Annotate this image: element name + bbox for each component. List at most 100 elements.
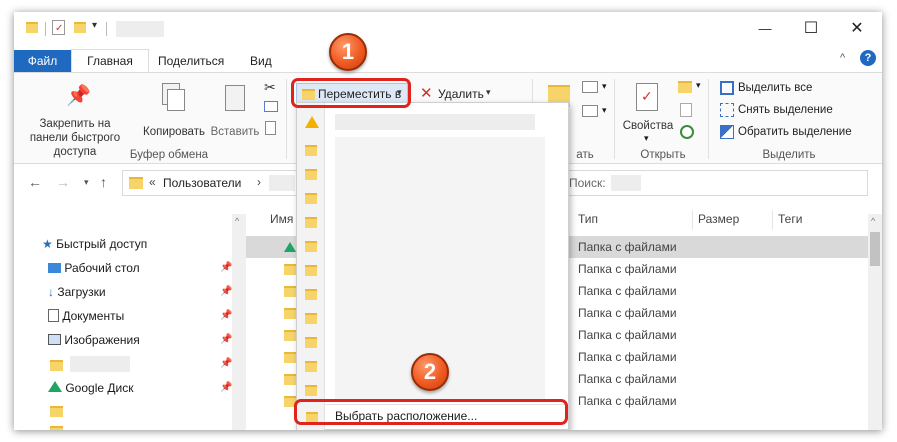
image-icon (48, 334, 61, 345)
folder-icon (305, 241, 317, 252)
properties-check-icon[interactable]: ✓ (52, 20, 65, 35)
pin-icon: 📌 (220, 262, 233, 273)
maximize-button[interactable]: ☐ (788, 12, 834, 44)
select-all-button[interactable]: Выделить все (718, 79, 858, 97)
tab-home[interactable]: Главная (71, 49, 149, 73)
search-box[interactable]: Поиск: (562, 170, 868, 196)
group-separator (708, 79, 709, 159)
edit-icon[interactable] (680, 103, 692, 117)
column-divider (772, 210, 773, 230)
nav-item-desktop[interactable]: Рабочий стол (48, 258, 208, 278)
folder-icon (305, 169, 317, 180)
easy-access-icon[interactable] (582, 105, 598, 117)
nav-item-label: Документы (62, 309, 125, 323)
invert-selection-button[interactable]: Обратить выделение (718, 123, 868, 141)
minimize-button[interactable]: — (742, 12, 788, 44)
column-tags[interactable]: Теги (778, 212, 802, 226)
copy-button[interactable]: Копировать (140, 79, 208, 145)
deselect-button[interactable]: Снять выделение (718, 101, 858, 119)
scroll-thumb[interactable] (870, 232, 880, 266)
type-cell: Папка с файлами (578, 306, 677, 320)
history-icon[interactable] (680, 125, 694, 139)
deselect-label: Снять выделение (738, 104, 833, 116)
properties-label: Свойства (622, 120, 674, 132)
select-all-icon (720, 81, 734, 95)
copy-path-icon[interactable] (264, 101, 278, 112)
type-cell: Папка с файлами (578, 372, 677, 386)
new-item-icon[interactable] (582, 81, 598, 93)
group-separator (614, 79, 615, 159)
nav-item-google-drive[interactable]: Google Диск (48, 378, 208, 398)
type-cell: Папка с файлами (578, 240, 677, 254)
dropdown-item[interactable] (327, 111, 557, 133)
drive-icon (48, 381, 62, 392)
nav-item-label: Быстрый доступ (56, 237, 148, 251)
recent-dropdown-icon[interactable]: ▾ (84, 177, 89, 188)
folder-icon (305, 145, 317, 156)
type-cell: Папка с файлами (578, 394, 677, 408)
screenshot-stage: ✓ ▾ — ☐ ✕ Файл Главная Поделиться Вид ^ … (0, 0, 897, 442)
cut-icon[interactable]: ✂ (264, 79, 276, 96)
up-icon[interactable]: ↑ (100, 174, 107, 190)
close-button[interactable]: ✕ (834, 12, 880, 44)
separator (45, 22, 46, 36)
copy-label: Копировать (143, 126, 205, 138)
column-type[interactable]: Тип (578, 212, 598, 226)
annotation-badge-1: 1 (329, 33, 367, 71)
breadcrumb-separator[interactable]: › (257, 175, 261, 189)
group-separator (286, 79, 287, 159)
properties-button[interactable]: ✓ Свойства ▾ (620, 81, 676, 147)
folder-icon (305, 337, 317, 348)
column-size[interactable]: Размер (698, 212, 739, 226)
nav-item-downloads[interactable]: ↓ Загрузки (48, 282, 208, 302)
highlight-move-to (291, 78, 411, 108)
paste-shortcut-icon[interactable] (265, 121, 276, 135)
pin-icon: 📌 (220, 358, 233, 369)
nav-item-pictures[interactable]: Изображения (48, 330, 208, 350)
folder-icon (305, 289, 317, 300)
pin-quick-access-button[interactable]: 📌 Закрепить на панели быстрого доступа (20, 79, 130, 158)
paste-button[interactable]: Вставить (210, 79, 260, 145)
breadcrumb-overflow[interactable]: « (149, 175, 156, 189)
ribbon-collapse-icon[interactable]: ^ (840, 52, 845, 64)
nav-scrollbar[interactable]: ^ (232, 214, 246, 430)
chevron-down-icon: ▾ (602, 81, 607, 91)
breadcrumb-users[interactable]: Пользователи (163, 176, 241, 190)
column-name[interactable]: Имя (270, 212, 293, 226)
nav-item-blurred (70, 356, 130, 372)
chevron-down-icon: ▾ (696, 80, 701, 90)
deselect-icon (720, 103, 734, 117)
scroll-up-icon[interactable]: ^ (871, 216, 875, 226)
back-icon[interactable]: ← (28, 174, 42, 190)
open-icon[interactable] (678, 81, 692, 93)
folder-icon (305, 193, 317, 204)
scroll-up-icon[interactable]: ^ (235, 216, 239, 226)
breadcrumb-blurred (269, 175, 295, 191)
new-folder-icon[interactable] (74, 22, 86, 33)
list-scrollbar[interactable]: ^ (868, 214, 882, 430)
chevron-down-icon: ▾ (486, 87, 491, 97)
pin-icon: 📌 (220, 310, 233, 321)
folder-icon (305, 361, 317, 372)
nav-item-documents[interactable]: Документы (48, 306, 208, 326)
tab-view[interactable]: Вид (240, 50, 282, 72)
nav-item-label: Изображения (64, 333, 140, 347)
window-title-blurred (116, 21, 164, 37)
select-all-label: Выделить все (738, 82, 813, 94)
delete-label: Удалить (438, 87, 484, 101)
folder-icon (50, 406, 63, 417)
help-icon[interactable]: ? (860, 50, 876, 66)
forward-icon[interactable]: → (56, 174, 70, 190)
tab-file[interactable]: Файл (14, 50, 71, 72)
nav-item-quick-access[interactable]: ★ Быстрый доступ (42, 234, 222, 254)
pin-icon: 📌 (220, 334, 233, 345)
search-target-blurred (611, 175, 641, 191)
clipboard-group-label: Буфер обмена (129, 149, 209, 161)
warning-icon (305, 116, 319, 128)
folder-icon (50, 360, 63, 371)
separator (106, 22, 107, 36)
tab-share[interactable]: Поделиться (148, 50, 234, 72)
qat-dropdown-icon[interactable]: ▾ (92, 20, 97, 31)
open-group-label: Открыть (640, 149, 686, 161)
document-icon (48, 309, 59, 322)
